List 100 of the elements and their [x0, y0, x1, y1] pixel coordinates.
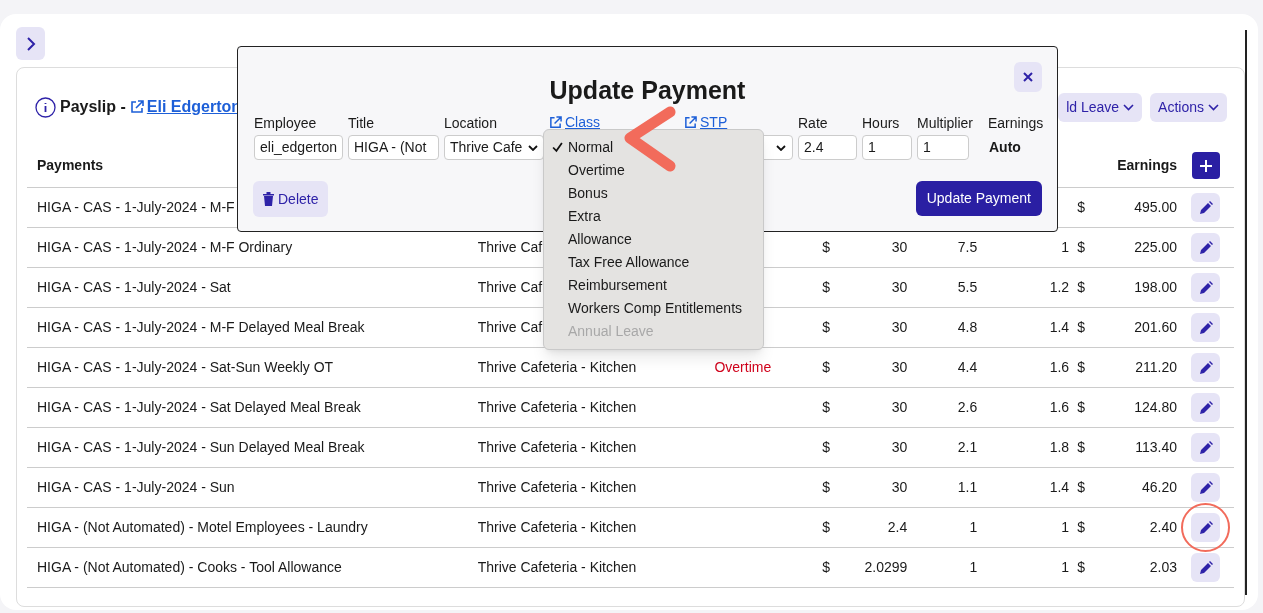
table-cell: Thrive Cafeteria - Kitchen [477, 359, 637, 375]
table-cell: $ [822, 559, 831, 575]
menu-item[interactable]: Overtime [544, 159, 763, 182]
menu-item[interactable]: Extra [544, 205, 763, 228]
pencil-icon [1198, 200, 1213, 215]
chevron-right-icon [25, 36, 36, 51]
plus-icon [1199, 159, 1212, 172]
input-field[interactable]: 1 [917, 135, 969, 160]
table-cell: 1.2 [1049, 279, 1070, 295]
external-link-icon [549, 115, 562, 129]
input-field[interactable]: 2.4 [798, 135, 857, 160]
pencil-icon [1198, 480, 1213, 495]
menu-item[interactable]: Reimbursement [544, 274, 763, 297]
menu-item[interactable]: Bonus [544, 182, 763, 205]
table-cell: $ [822, 519, 831, 535]
column-header: Payments [36, 156, 105, 175]
table-cell: Overtime [714, 359, 772, 375]
table-cell: 30 [891, 439, 908, 455]
table-cell: 30 [891, 479, 908, 495]
table-cell: HIGA - CAS - 1-July-2024 - Sat [37, 279, 231, 295]
expand-button[interactable] [16, 27, 45, 60]
table-cell: $ [1077, 439, 1085, 455]
edit-button[interactable] [1191, 353, 1220, 382]
menu-item: Annual Leave [567, 322, 655, 341]
table-cell: 1.4 [1049, 319, 1070, 335]
table-cell: Thrive Caf [477, 239, 543, 255]
table-cell: 1 [1061, 559, 1070, 575]
table-cell: 1 [1061, 239, 1070, 255]
table-cell: Thrive Cafeteria - Kitchen [477, 479, 637, 495]
link[interactable]: Class [549, 113, 679, 131]
select-field[interactable]: Thrive Cafe [444, 135, 544, 160]
edit-button[interactable] [1191, 513, 1220, 542]
pencil-icon [1198, 280, 1213, 295]
table-cell: HIGA - (Not Automated) - Cooks - Tool Allowance [37, 559, 342, 575]
table-cell: $ [1077, 319, 1085, 335]
table-cell: $ [822, 239, 831, 255]
edit-button[interactable] [1191, 273, 1220, 302]
edit-button[interactable] [1191, 553, 1220, 582]
table-cell: $ [1077, 479, 1085, 495]
edit-button[interactable] [1191, 313, 1220, 342]
menu-item[interactable]: Normal [544, 136, 763, 159]
menu-item[interactable]: Tax Free Allowance [544, 251, 763, 274]
close-button[interactable] [1014, 62, 1042, 92]
table-cell: 211.20 [1135, 359, 1178, 375]
field-label: Location [444, 114, 498, 131]
table-cell: $ [822, 479, 831, 495]
input-field[interactable]: eli_edgerton [254, 135, 343, 160]
table-cell: Thrive Cafeteria - Kitchen [477, 559, 637, 575]
table-cell: 30 [891, 399, 908, 415]
input-field[interactable]: 1 [862, 135, 912, 160]
table-cell: Thrive Cafeteria - Kitchen [477, 399, 637, 415]
update-payment-button[interactable]: Update Payment [915, 181, 1042, 216]
input-field[interactable]: HIGA - (Not [348, 135, 439, 160]
table-cell: 495.00 [1134, 199, 1178, 215]
menu-item[interactable]: Workers Comp Entitlements [544, 297, 763, 320]
table-cell: 1.6 [1049, 359, 1070, 375]
edit-button[interactable] [1191, 473, 1220, 502]
table-cell: HIGA - CAS - 1-July-2024 - M-F Delayed Meal Break [37, 319, 365, 335]
trash-icon [263, 192, 274, 206]
link[interactable]: STP [684, 113, 793, 131]
column-header: Earnings [1116, 156, 1178, 175]
table-cell: 113.40 [1135, 439, 1178, 455]
pencil-icon [1198, 320, 1213, 335]
table-cell: 1 [969, 559, 978, 575]
field-label: Multiplier [917, 114, 974, 131]
table-cell: 30 [891, 279, 908, 295]
table-cell: $ [1077, 519, 1085, 535]
table-cell: 201.60 [1134, 319, 1178, 335]
table-cell: 1 [1061, 519, 1070, 535]
dropdown-button[interactable]: Actions [1150, 92, 1227, 122]
table-cell: 1.1 [957, 479, 978, 495]
edit-button[interactable] [1191, 233, 1220, 262]
menu-item[interactable]: Allowance [544, 228, 763, 251]
add-button[interactable] [1191, 152, 1220, 179]
table-cell: 30 [891, 239, 908, 255]
table-cell: $ [1077, 199, 1085, 215]
edit-button[interactable] [1191, 433, 1220, 462]
table-cell: 30 [891, 359, 908, 375]
table-cell: $ [1077, 279, 1085, 295]
edit-button[interactable] [1191, 393, 1220, 422]
field-label: Earnings [988, 114, 1044, 131]
table-cell: Thrive Cafeteria - Kitchen [477, 519, 637, 535]
edit-button[interactable] [1191, 193, 1220, 222]
table-cell: 2.4 [887, 519, 908, 535]
close-icon [1023, 72, 1033, 82]
delete-button[interactable]: Delete [253, 181, 329, 217]
table-cell: 2.03 [1149, 559, 1178, 575]
table-cell: 225.00 [1134, 239, 1178, 255]
table-cell: 7.5 [957, 239, 978, 255]
table-cell: HIGA - CAS - 1-July-2024 - Sun Delayed Meal Break [37, 439, 365, 455]
table-cell: 4.8 [957, 319, 978, 335]
table-cell: 2.1 [957, 439, 978, 455]
dropdown-button[interactable]: ld Leave [1058, 92, 1143, 122]
table-cell: 1.8 [1049, 439, 1070, 455]
table-cell: 2.40 [1149, 519, 1178, 535]
table-cell: HIGA - CAS - 1-July-2024 - Sat Delayed Meal Break [37, 399, 361, 415]
payslip-title: Payslip - [60, 97, 126, 117]
info-icon [35, 96, 56, 118]
table-cell: HIGA - (Not Automated) - Motel Employees - Laundry [37, 519, 368, 535]
table-cell: HIGA - CAS - 1-July-2024 - Sat-Sun Weekly OT [37, 359, 334, 375]
